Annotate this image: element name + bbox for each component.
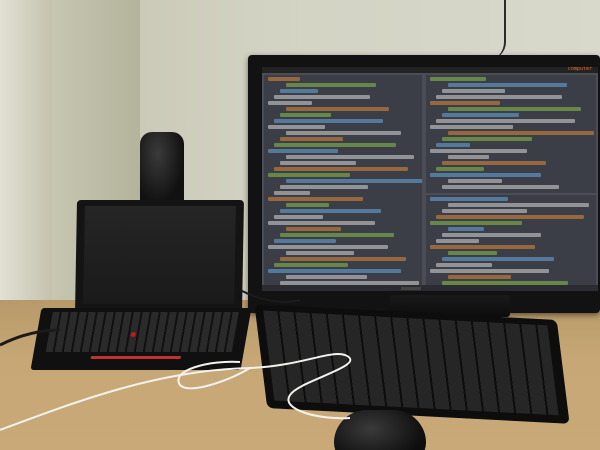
photo-scene: computer [0, 0, 600, 450]
black-cable-2 [239, 289, 301, 303]
white-cable-2 [177, 360, 251, 390]
black-cable [0, 328, 61, 347]
white-cable [0, 353, 352, 431]
cables [0, 289, 352, 431]
